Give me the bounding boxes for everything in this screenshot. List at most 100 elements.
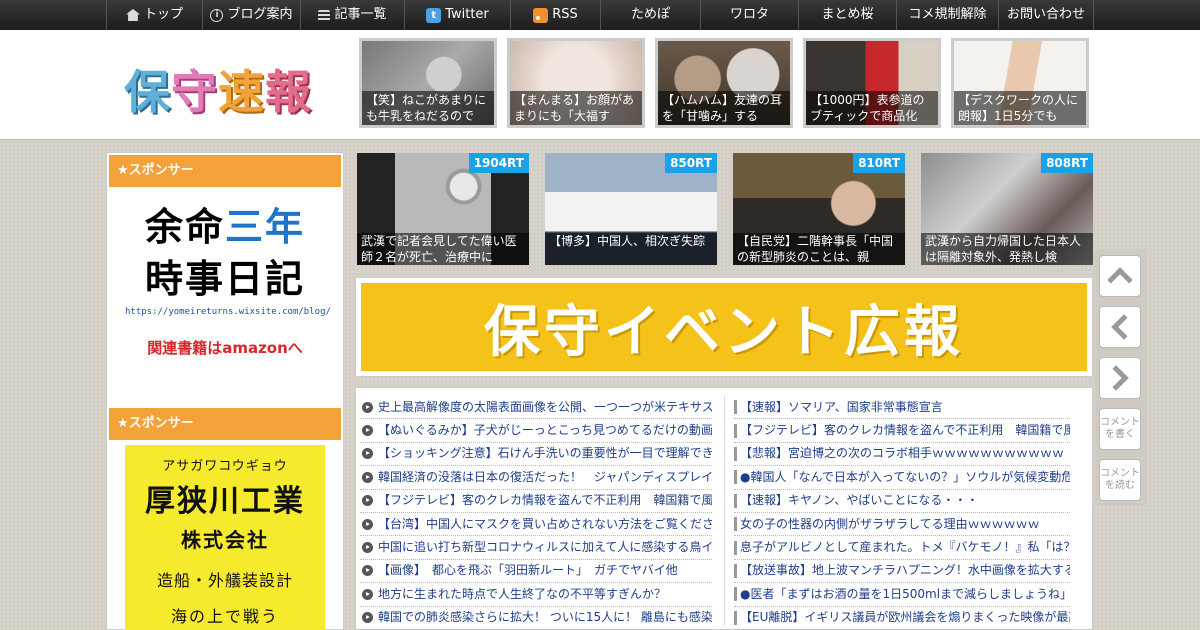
play-bullet-icon <box>362 401 373 413</box>
bar-bullet-icon <box>734 423 737 438</box>
retweet-count-badge: 850RT <box>665 153 717 173</box>
chevron-right-icon <box>1103 365 1129 391</box>
list-item[interactable]: 中国に追い打ち新型コロナウィルスに加えて人に感染する鳥イ <box>360 536 712 560</box>
bar-bullet-icon <box>734 446 737 461</box>
list-item[interactable]: ●医者「まずはお酒の量を1日500mlまで減らしましょうね」ワ <box>734 583 1070 607</box>
bar-bullet-icon <box>734 563 737 578</box>
ad-company-type: 株式会社 <box>181 528 269 552</box>
next-article-button[interactable] <box>1099 357 1141 399</box>
list-item[interactable]: 【速報】キヤノン、やばいことになる・・・ <box>734 490 1070 513</box>
list-item[interactable]: 韓国での肺炎感染さらに拡大！ ついに15人に！ 離島にも感染 <box>360 607 712 630</box>
nav-item-rss[interactable]: RSS <box>510 0 600 30</box>
list-item[interactable]: ●韓国人「なんで日本が入ってないの？」ソウルが気候変動危 <box>734 466 1070 490</box>
play-bullet-icon <box>362 542 373 554</box>
nav-item-tamepo[interactable]: ためぽ <box>600 0 700 30</box>
list-item[interactable]: 【フジテレビ】客のクレカ情報を盗んで不正利用 韓国籍で風 <box>734 419 1070 443</box>
list-item[interactable]: 地方に生まれた時点で人生終了なの不平等すぎんか？ <box>360 583 712 607</box>
bar-bullet-icon <box>734 470 737 485</box>
ranking-caption: 【自民党】二階幹事長「中国の新型肺炎のことは、親 <box>733 233 905 265</box>
site-logo[interactable]: 保守速報 <box>124 56 312 122</box>
header-feature-tile[interactable]: 【1000円】表参道のブティックで商品化 <box>803 38 941 128</box>
ad-company-kana: アサガワコウギョウ <box>162 459 288 474</box>
event-banner[interactable]: 保守イベント広報 <box>355 277 1093 377</box>
sponsor-ad-asagawa[interactable]: アサガワコウギョウ 厚狭川工業 株式会社 造船・外艤装設計 海の上で戦う <box>125 445 325 630</box>
sponsor-ad-yomei[interactable]: 余命三年 時事日記 https://yomeireturns.wixsite.c… <box>125 201 331 381</box>
play-bullet-icon <box>362 471 373 483</box>
bar-bullet-icon <box>734 493 737 508</box>
ad-company-business: 造船・外艤装設計 <box>156 571 293 590</box>
ad-company-name: 厚狭川工業 <box>145 484 305 519</box>
list-item[interactable]: 【放送事故】地上波マンチラハプニング！水中画像を拡大する <box>734 560 1070 584</box>
list-item[interactable]: 韓国経済の没落は日本の復活だった！ ジャパンディスプレイ <box>360 466 712 490</box>
list-item[interactable]: 息子がアルビノとして産まれた。トメ『バケモノ！』私「は？ <box>734 536 1070 560</box>
list-item[interactable]: 【速報】ソマリア、国家非常事態宣言 <box>734 396 1070 420</box>
retweet-count-badge: 808RT <box>1041 153 1093 173</box>
article-list-left: 史上最高解像度の太陽表面画像を公開、一つ一つが米テキサス 【ぬいぐるみか】子犬が… <box>360 396 712 630</box>
play-bullet-icon <box>362 612 373 624</box>
nav-item-article-list[interactable]: 記事一覧 <box>300 0 404 30</box>
play-bullet-icon <box>362 518 373 530</box>
list-icon <box>318 9 331 21</box>
header-feature-tile[interactable]: 【笑】ねこがあまりにも牛乳をねだるので <box>359 38 497 128</box>
list-item[interactable]: 【悲報】宮迫博之の次のコラボ相手ｗｗｗｗｗｗｗｗｗｗｗ <box>734 443 1070 467</box>
scroll-top-button[interactable] <box>1099 255 1141 297</box>
retweet-count-badge: 810RT <box>853 153 905 173</box>
floating-nav: コメントを書く コメントを読む <box>1095 249 1147 505</box>
list-item[interactable]: 【ショッキング注意】石けん手洗いの重要性が一目で理解でき <box>360 443 712 467</box>
nav-item-top[interactable]: トップ <box>106 0 202 30</box>
ad-title-line2: 時事日記 <box>144 257 305 301</box>
site-header: 保守速報 【笑】ねこがあまりにも牛乳をねだるので 【まんまる】お顔があまりにも「… <box>0 30 1200 140</box>
ad-title-part: 三年 <box>225 205 306 249</box>
article-list-right: 【速報】ソマリア、国家非常事態宣言 【フジテレビ】客のクレカ情報を盗んで不正利用… <box>734 396 1070 630</box>
article-lists: 史上最高解像度の太陽表面画像を公開、一つ一つが米テキサス 【ぬいぐるみか】子犬が… <box>355 387 1093 630</box>
list-item[interactable]: 【画像】 都心を飛ぶ「羽田新ルート」 ガチでヤバイ他 <box>360 560 712 584</box>
ranking-tile[interactable]: 810RT 【自民党】二階幹事長「中国の新型肺炎のことは、親 <box>733 153 905 265</box>
bar-bullet-icon <box>734 610 737 625</box>
list-item[interactable]: 女の子の性器の内側がザラザラしてる理由ｗｗｗｗｗｗ <box>734 513 1070 537</box>
column-divider <box>724 396 725 626</box>
nav-item-comment-unban[interactable]: コメ規制解除 <box>896 0 998 30</box>
play-bullet-icon <box>362 448 373 460</box>
write-comment-button[interactable]: コメントを書く <box>1099 408 1141 450</box>
home-icon <box>125 9 140 21</box>
list-item[interactable]: 史上最高解像度の太陽表面画像を公開、一つ一つが米テキサス <box>360 396 712 420</box>
bar-bullet-icon <box>734 540 737 555</box>
ranking-tile[interactable]: 808RT 武漢から自力帰国した日本人は隔離対象外、発熱し検 <box>921 153 1093 265</box>
list-item[interactable]: 【フジテレビ】客のクレカ情報を盗んで不正利用 韓国籍で風 <box>360 490 712 513</box>
ad-url: https://yomeireturns.wixsite.com/blog/ <box>125 307 331 317</box>
nav-item-blog-guide[interactable]: i ブログ案内 <box>202 0 300 30</box>
ranking-caption: 武漢から自力帰国した日本人は隔離対象外、発熱し検 <box>921 233 1093 265</box>
header-feature-tile[interactable]: 【デスクワークの人に朗報】1日5分でも <box>951 38 1089 128</box>
bar-bullet-icon <box>734 517 737 532</box>
ad-title-part: 余命 <box>144 205 225 249</box>
play-bullet-icon <box>362 495 373 507</box>
list-item[interactable]: 【EU離脱】イギリス議員が欧州議会を煽りまくった映像が最高 <box>734 607 1070 630</box>
list-item[interactable]: 【台湾】中国人にマスクを買い占めされない方法をご覧ください <box>360 513 712 537</box>
read-comment-button[interactable]: コメントを読む <box>1099 459 1141 501</box>
sidebar: ★スポンサー 余命三年 時事日記 https://yomeireturns.wi… <box>106 152 344 630</box>
play-bullet-icon <box>362 425 373 437</box>
retweet-count-badge: 1904RT <box>468 153 529 173</box>
event-banner-text: 保守イベント広報 <box>361 283 1087 371</box>
sponsor-heading: ★スポンサー <box>109 408 341 440</box>
play-bullet-icon <box>362 588 373 600</box>
top-navigation: トップ i ブログ案内 記事一覧 t Twitter RSS ためぽ ワロタ まとめ… <box>0 0 1200 30</box>
nav-item-twitter[interactable]: t Twitter <box>404 0 510 30</box>
previous-article-button[interactable] <box>1099 306 1141 348</box>
nav-item-matome-sakura[interactable]: まとめ桜 <box>798 0 896 30</box>
rss-icon <box>533 7 549 23</box>
ranking-caption: 武漢で記者会見してた偉い医師２名が死亡、治療中に <box>357 233 529 265</box>
ranking-tile[interactable]: 850RT 【博多】中国人、相次ぎ失踪 <box>545 153 717 265</box>
ad-company-slogan: 海の上で戦う <box>170 607 279 626</box>
list-item[interactable]: 【ぬいぐるみか】子犬がじーっとこっち見つめてるだけの動画 <box>360 419 712 443</box>
sponsor-heading: ★スポンサー <box>109 155 341 187</box>
header-feature-tile[interactable]: 【ハムハム】友達の耳を「甘噛み」する <box>655 38 793 128</box>
header-feature-tile[interactable]: 【まんまる】お顔があまりにも「大福す <box>507 38 645 128</box>
amazon-link[interactable]: 関連書籍はamazonへ <box>125 337 325 358</box>
ranking-tile[interactable]: 1904RT 武漢で記者会見してた偉い医師２名が死亡、治療中に <box>357 153 529 265</box>
bar-bullet-icon <box>734 587 737 602</box>
nav-item-warota[interactable]: ワロタ <box>700 0 798 30</box>
twitter-icon: t <box>426 7 442 23</box>
bar-bullet-icon <box>734 400 737 415</box>
nav-item-contact[interactable]: お問い合わせ <box>998 0 1094 30</box>
